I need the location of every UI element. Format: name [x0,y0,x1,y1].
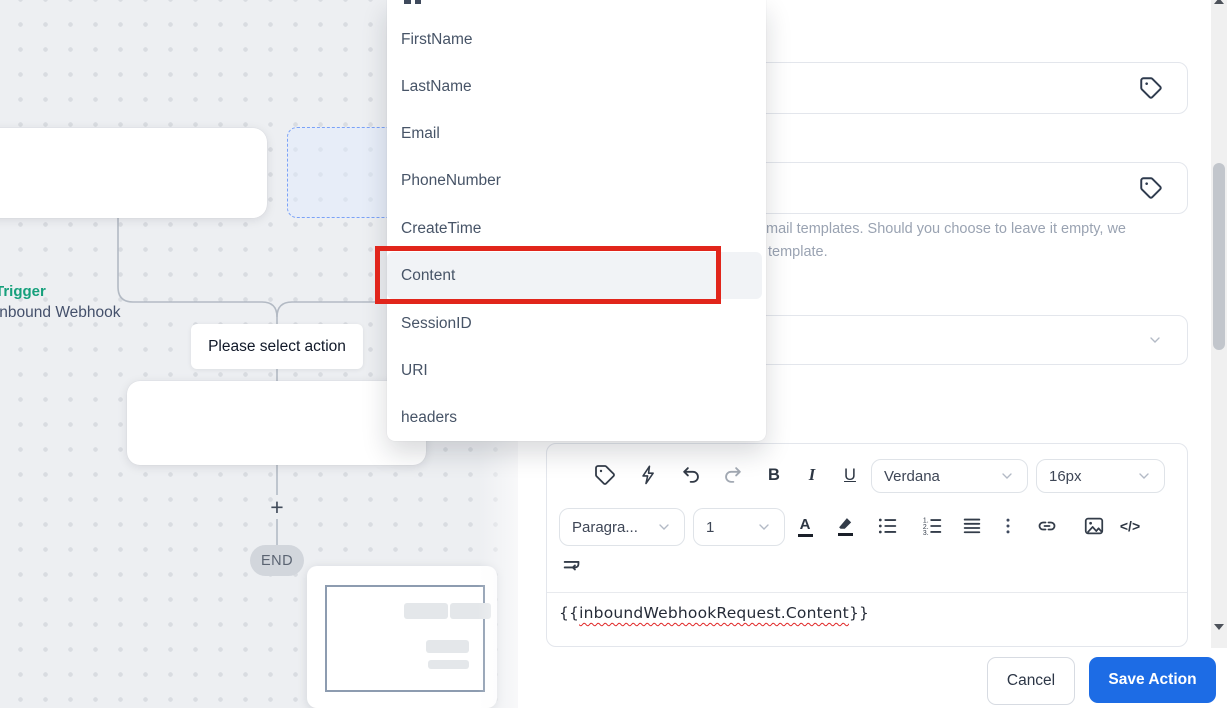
align-icon[interactable] [957,511,987,541]
italic-label: I [808,465,816,484]
cancel-label: Cancel [1006,672,1056,689]
annotation-highlight-box [375,246,721,304]
chevron-down-icon [759,524,769,530]
rich-text-editor: B I U Verdana 16px Paragra... 1 A 1. 2. … [546,443,1188,647]
line-height-value: 1 [706,518,715,536]
scroll-down-arrow-icon[interactable] [1214,624,1224,630]
scroll-up-arrow-icon[interactable] [1214,0,1224,4]
bold-button[interactable]: B [759,460,789,490]
color-bar [837,533,853,536]
helper-text-line1: mail templates. Should you choose to lea… [766,221,1127,237]
clipped-text-remnant [415,0,421,4]
dropdown-item-sessionid[interactable]: SessionID [387,300,766,347]
chevron-down-icon [659,524,669,530]
dropdown-item-label: headers [401,409,458,426]
dropdown-item-lastname[interactable]: LastName [387,63,766,110]
dropdown-item-label: LastName [401,78,472,95]
text-wrap-icon[interactable] [557,552,587,582]
code-label: </> [1119,518,1141,534]
dropdown-item-createtime[interactable]: CreateTime [387,205,766,252]
create-contact-node[interactable]: Create Contact [127,381,426,465]
trigger-node-subtitle: Inbound Webhook [0,304,121,321]
tag-icon[interactable] [1137,174,1165,202]
italic-button[interactable]: I [797,460,827,490]
redo-icon[interactable] [717,460,747,490]
trigger-node[interactable]: Trigger Inbound Webhook [0,128,267,321]
font-color-label: A [799,515,811,533]
line-height-select[interactable]: 1 [693,508,785,546]
minimap-node [426,640,469,653]
merge-tag-variable: inboundWebhookRequest.Content [579,604,849,622]
underline-button[interactable]: U [835,460,865,490]
webhook-fields-dropdown: FirstName LastName Email PhoneNumber Cre… [387,0,766,441]
please-select-action-label: Please select action [191,324,363,369]
font-family-value: Verdana [884,467,940,485]
bullet-list-icon[interactable] [873,511,903,541]
clipped-text-remnant [404,0,411,4]
underline-label: U [844,465,856,484]
dropdown-item-label: FirstName [401,31,473,48]
link-icon[interactable] [1032,511,1062,541]
font-size-value: 16px [1049,467,1082,485]
editor-divider [547,592,1187,593]
dropdown-item-headers[interactable]: headers [387,394,766,441]
paragraph-style-select[interactable]: Paragra... [559,508,685,546]
bold-label: B [768,465,780,484]
editor-content[interactable]: {{inboundWebhookRequest.Content}} [559,604,1169,622]
helper-text-line2: template. [768,244,828,260]
undo-icon[interactable] [677,460,707,490]
dropdown-item-label: URI [401,362,428,379]
cancel-button[interactable]: Cancel [987,657,1075,705]
chevron-down-icon [1139,473,1149,479]
dropdown-item-email[interactable]: Email [387,110,766,157]
end-text: END [260,552,294,569]
please-select-action-text: Please select action [208,337,346,355]
dropdown-item-label: SessionID [401,315,472,332]
font-color-button[interactable]: A [790,511,820,541]
scrollbar-track[interactable] [1211,0,1227,648]
save-action-button[interactable]: Save Action [1089,657,1216,703]
plus-glyph: + [270,493,284,520]
dropdown-item-label: CreateTime [401,220,482,237]
minimap[interactable] [307,566,497,708]
lightning-icon[interactable] [634,460,664,490]
image-icon[interactable] [1079,511,1109,541]
end-badge: END [250,545,304,576]
save-action-label: Save Action [1108,671,1197,688]
dropdown-item-phonenumber[interactable]: PhoneNumber [387,157,766,204]
font-size-select[interactable]: 16px [1036,459,1165,493]
paragraph-style-value: Paragra... [572,518,638,536]
dropdown-item-label: PhoneNumber [401,172,501,189]
chevron-down-icon [1147,332,1163,348]
trigger-node-title: Trigger [0,283,46,300]
dropdown-item-label: Email [401,125,440,142]
more-options-icon[interactable] [993,511,1023,541]
add-step-button[interactable]: + [263,493,291,521]
tag-icon[interactable] [1137,74,1165,102]
tag-icon[interactable] [590,460,620,490]
font-family-select[interactable]: Verdana [871,459,1028,493]
scrollbar-thumb[interactable] [1213,163,1225,350]
code-view-button[interactable]: </> [1115,511,1145,541]
workflow-builder-screen: Trigger Inbound Webhook + Add Please sel… [0,0,1227,708]
numbered-list-icon[interactable]: 1. 2. 3. [918,511,948,541]
dropdown-item-uri[interactable]: URI [387,347,766,394]
minimap-node [428,660,469,669]
minimap-node [404,603,448,619]
dropdown-item-firstname[interactable]: FirstName [387,16,766,63]
minimap-viewport[interactable] [325,585,485,692]
highlight-color-button[interactable] [830,511,860,541]
merge-tag-open: {{ [559,604,580,622]
merge-tag-close: }} [848,604,870,622]
chevron-down-icon [1002,473,1012,479]
color-bar [797,534,813,537]
svg-text:3.: 3. [923,530,929,537]
